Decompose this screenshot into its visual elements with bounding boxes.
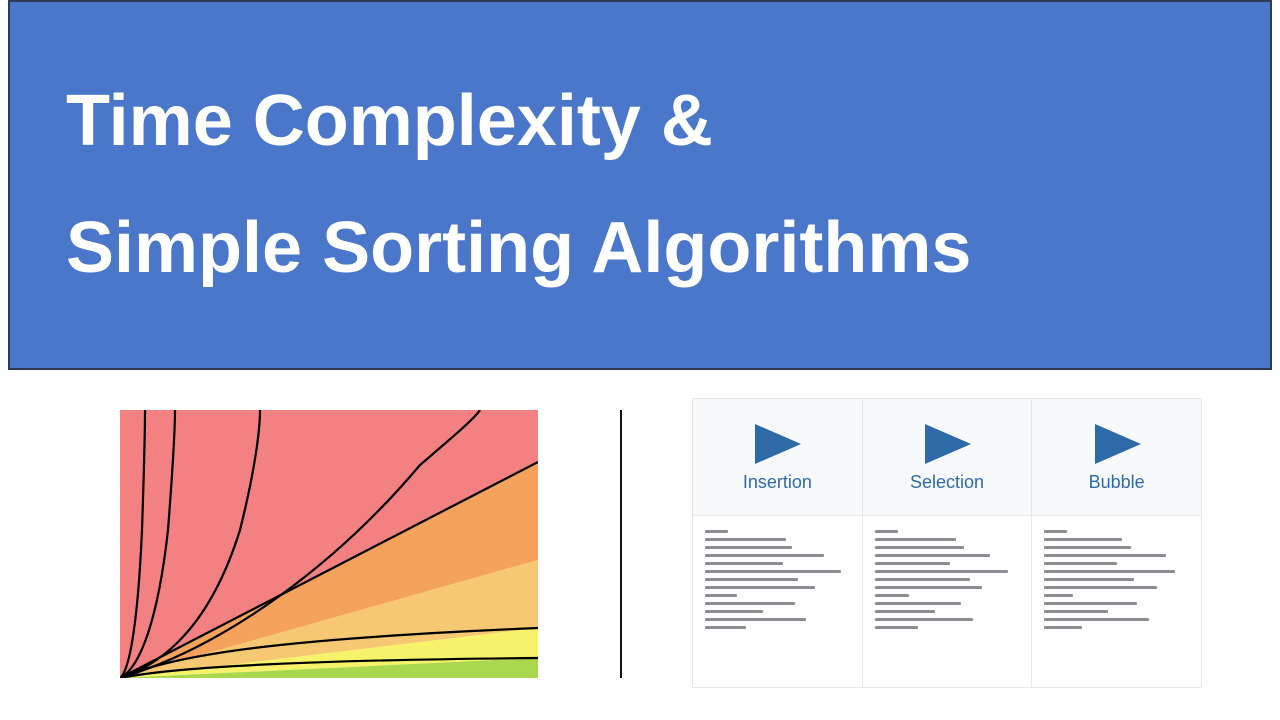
- sorting-column-label: Bubble: [1089, 472, 1145, 493]
- code-line: [1044, 594, 1073, 597]
- code-line: [705, 594, 737, 597]
- code-line: [1044, 610, 1108, 613]
- complexity-chart: [120, 410, 538, 678]
- lower-stage: Insertion Selection Bubble: [8, 370, 1272, 720]
- play-icon: [749, 422, 805, 466]
- code-line: [705, 570, 841, 573]
- code-line: [1044, 578, 1134, 581]
- code-line: [1044, 538, 1122, 541]
- sorting-column-label: Selection: [910, 472, 984, 493]
- code-line: [1044, 626, 1082, 629]
- code-line: [705, 618, 806, 621]
- sorting-column-insertion[interactable]: Insertion: [693, 399, 863, 515]
- code-line: [1044, 586, 1157, 589]
- code-line: [875, 538, 956, 541]
- code-line: [705, 530, 728, 533]
- sorting-column-selection[interactable]: Selection: [863, 399, 1033, 515]
- code-line: [875, 546, 965, 549]
- code-line: [705, 562, 783, 565]
- code-line: [705, 626, 746, 629]
- sorting-column-label: Insertion: [743, 472, 812, 493]
- code-line: [705, 610, 763, 613]
- sorting-header-row: Insertion Selection Bubble: [693, 398, 1201, 516]
- code-line: [1044, 562, 1116, 565]
- code-line: [1044, 554, 1166, 557]
- code-line: [705, 578, 798, 581]
- code-line: [705, 602, 795, 605]
- code-line: [875, 602, 962, 605]
- code-line: [1044, 530, 1067, 533]
- code-line: [875, 618, 973, 621]
- code-line: [875, 570, 1008, 573]
- sorting-column-bubble[interactable]: Bubble: [1032, 399, 1201, 515]
- code-line: [705, 546, 792, 549]
- code-preview-insertion: [693, 516, 863, 687]
- title-line-2: Simple Sorting Algorithms: [66, 209, 1230, 288]
- code-line: [1044, 546, 1131, 549]
- code-line: [875, 594, 910, 597]
- code-line: [875, 586, 982, 589]
- code-line: [705, 538, 786, 541]
- code-line: [1044, 570, 1174, 573]
- title-banner: Time Complexity & Simple Sorting Algorit…: [8, 0, 1272, 370]
- code-line: [875, 562, 950, 565]
- title-line-1: Time Complexity &: [66, 82, 1230, 161]
- code-preview-selection: [863, 516, 1033, 687]
- code-line: [875, 530, 898, 533]
- play-icon: [1089, 422, 1145, 466]
- code-line: [875, 610, 936, 613]
- play-icon: [919, 422, 975, 466]
- code-preview-bubble: [1032, 516, 1201, 687]
- code-line: [875, 554, 991, 557]
- code-line: [1044, 602, 1137, 605]
- code-line: [705, 554, 824, 557]
- code-line: [875, 626, 918, 629]
- code-line: [875, 578, 970, 581]
- sorting-panel: Insertion Selection Bubble: [692, 398, 1202, 688]
- code-line: [705, 586, 815, 589]
- code-line: [1044, 618, 1148, 621]
- vertical-divider: [620, 410, 622, 678]
- sorting-body-row: [693, 516, 1201, 688]
